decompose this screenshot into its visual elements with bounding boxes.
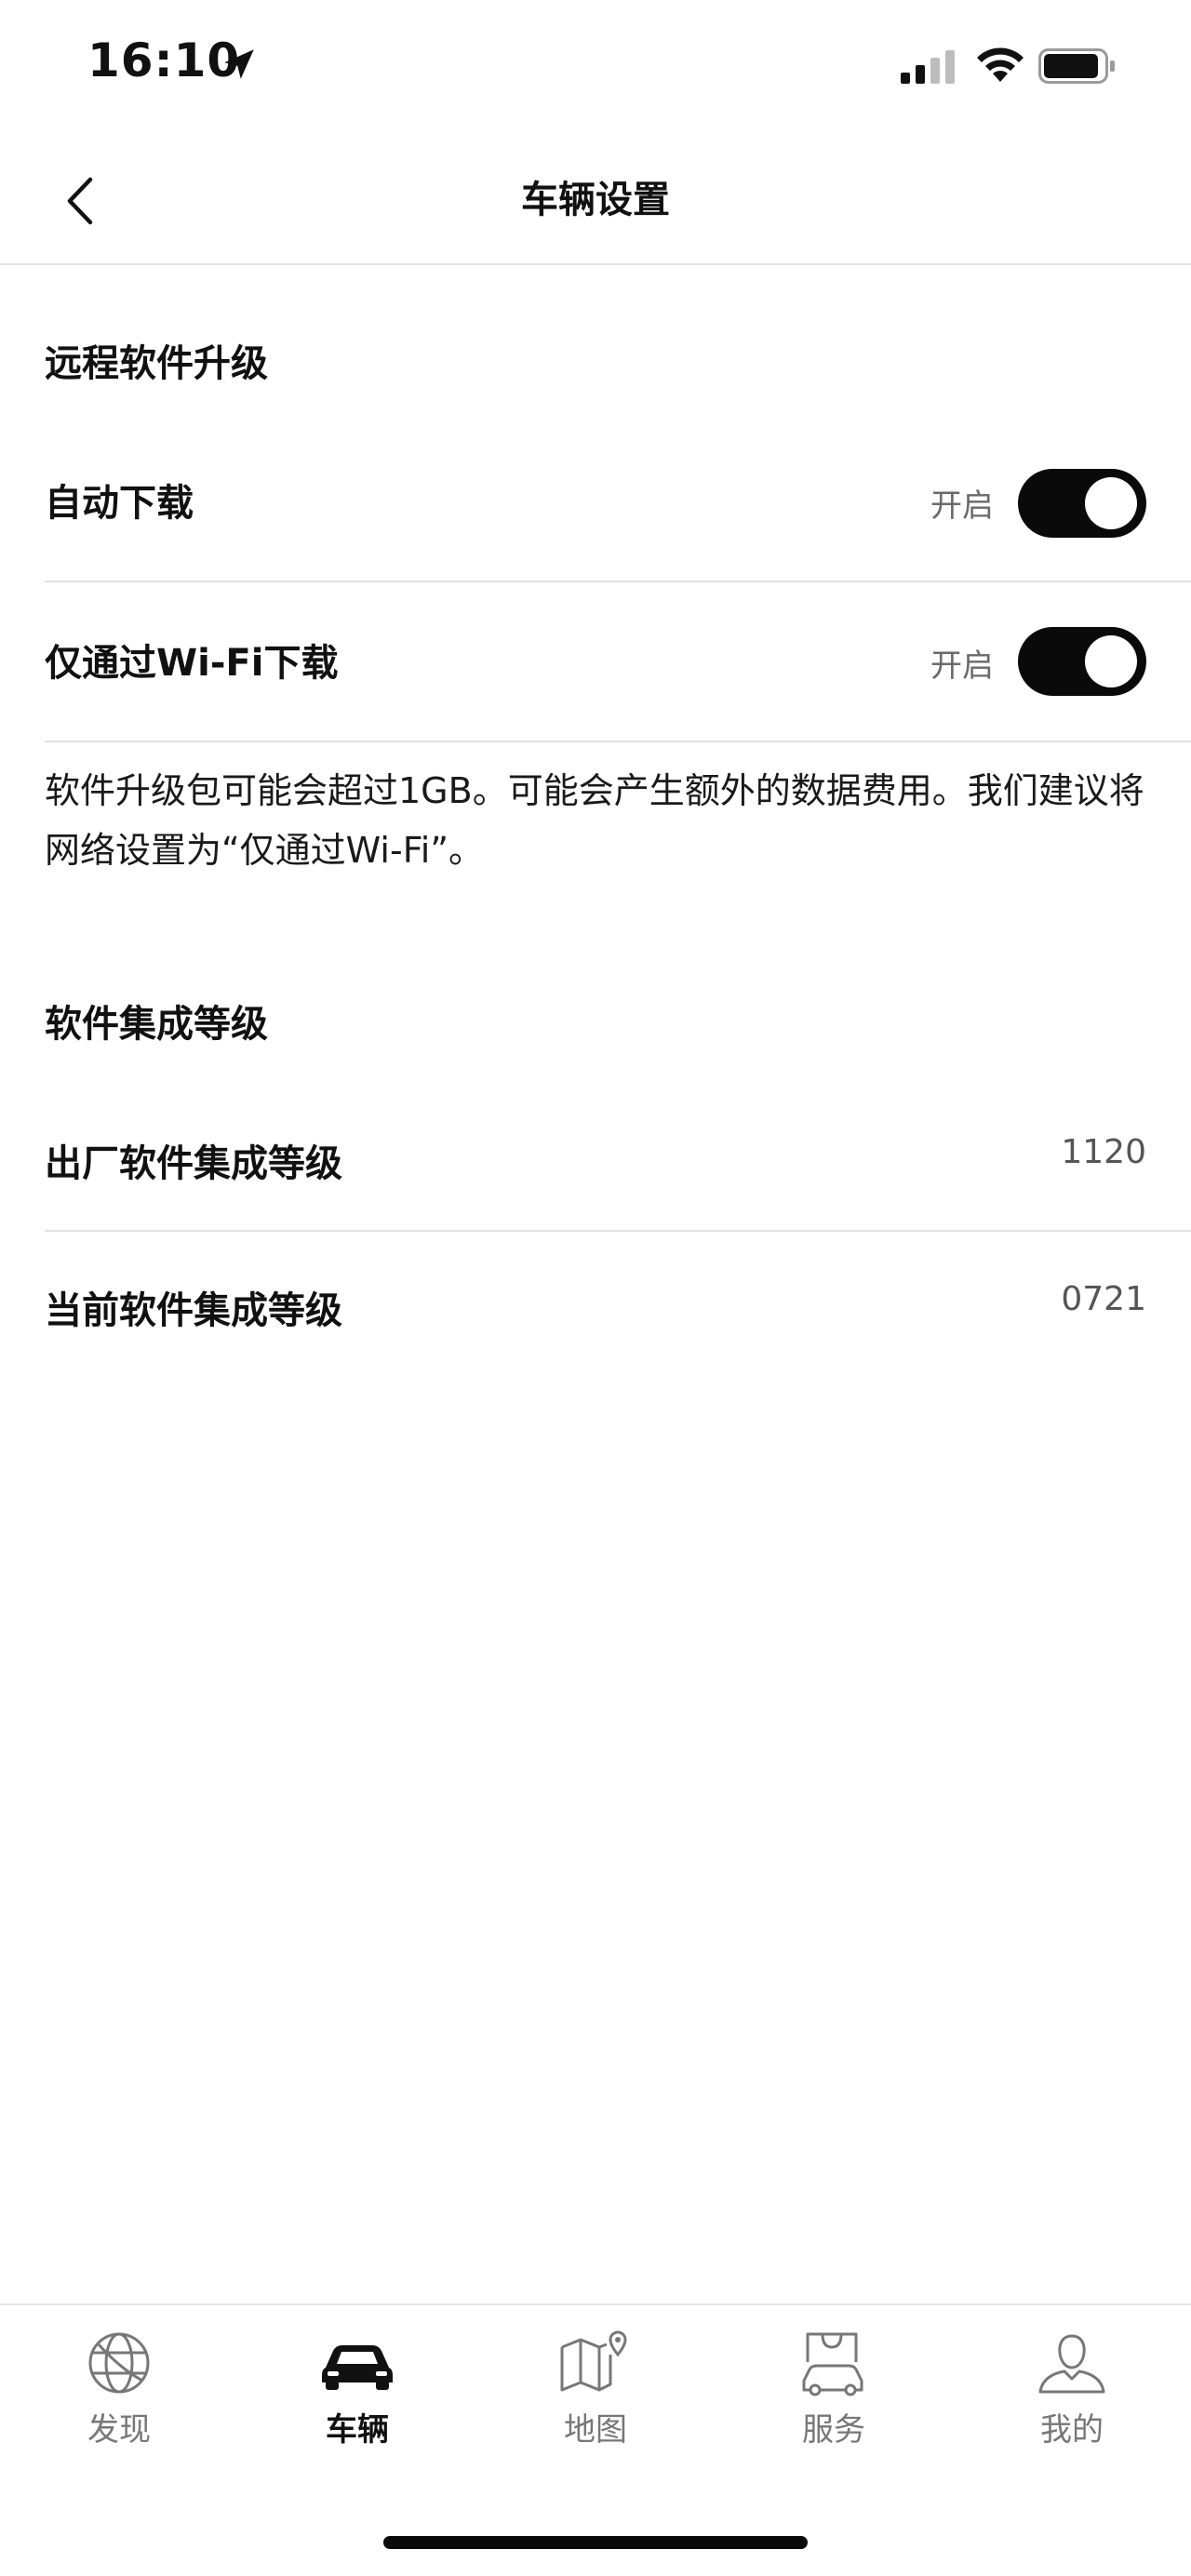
auto-download-status: 开启 xyxy=(930,487,994,525)
wifi-only-toggle[interactable] xyxy=(1018,627,1146,696)
current-level-value: 0721 xyxy=(1061,1280,1146,1318)
cellular-signal-icon xyxy=(901,50,955,84)
toggle-knob xyxy=(1085,477,1137,529)
wifi-icon xyxy=(977,47,1024,82)
tab-label: 我的 xyxy=(1040,2411,1104,2449)
battery-icon xyxy=(1038,48,1115,84)
tab-discover[interactable]: 发现 xyxy=(0,2326,238,2465)
auto-download-label: 自动下载 xyxy=(45,482,194,525)
location-arrow-icon xyxy=(224,49,254,79)
user-icon xyxy=(1035,2326,1109,2400)
tab-vehicle[interactable]: 车辆 xyxy=(238,2326,476,2465)
globe-icon xyxy=(82,2326,156,2400)
tab-map[interactable]: 地图 xyxy=(476,2326,715,2465)
wifi-only-label: 仅通过Wi-Fi下载 xyxy=(45,642,339,685)
tab-label: 地图 xyxy=(564,2411,627,2449)
factory-level-value: 1120 xyxy=(1061,1133,1146,1171)
map-icon xyxy=(558,2326,633,2400)
data-usage-note: 软件升级包可能会超过1GB。可能会产生额外的数据费用。我们建议将网络设置为“仅通… xyxy=(45,770,1144,871)
toggle-knob xyxy=(1085,635,1137,687)
page-title: 车辆设置 xyxy=(521,179,670,221)
status-time: 16:10 xyxy=(87,33,241,87)
current-level-label: 当前软件集成等级 xyxy=(45,1289,342,1332)
factory-level-label: 出厂软件集成等级 xyxy=(45,1142,342,1185)
tab-service[interactable]: 服务 xyxy=(715,2326,953,2465)
auto-download-toggle[interactable] xyxy=(1018,469,1146,538)
tab-profile[interactable]: 我的 xyxy=(953,2326,1191,2465)
car-icon xyxy=(320,2326,395,2400)
header-divider xyxy=(0,263,1191,265)
section-title-ota: 远程软件升级 xyxy=(45,342,268,385)
tabbar-divider xyxy=(0,2303,1191,2305)
section-title-integration: 软件集成等级 xyxy=(45,1003,268,1046)
tab-label: 发现 xyxy=(87,2411,151,2449)
tab-label: 服务 xyxy=(802,2411,865,2449)
home-indicator[interactable] xyxy=(383,2536,808,2549)
row-divider xyxy=(45,741,1191,742)
row-divider xyxy=(45,1230,1191,1232)
tab-label: 车辆 xyxy=(326,2411,389,2449)
shopping-bag-car-icon xyxy=(796,2326,871,2400)
wifi-only-status: 开启 xyxy=(930,647,994,685)
row-divider xyxy=(45,581,1191,582)
